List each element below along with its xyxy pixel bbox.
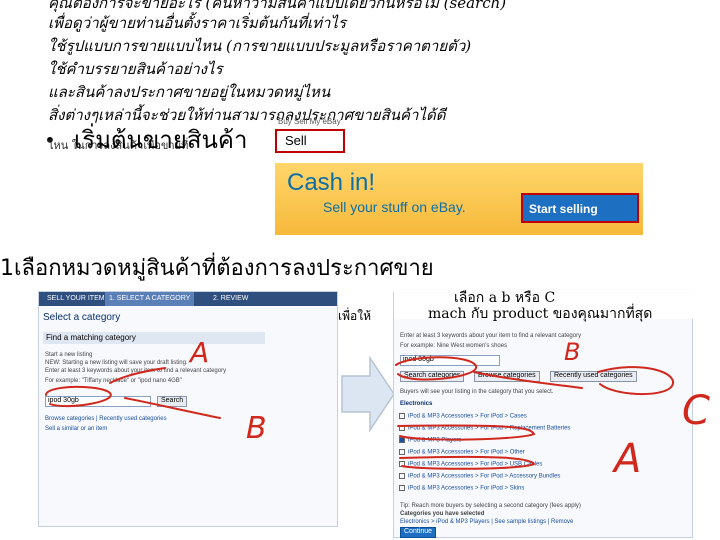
select-category-title: Select a category [43, 312, 121, 323]
checkbox-icon[interactable] [399, 461, 405, 467]
step1-heading: 1เลือกหมวดหมู่สินค้าที่ต้องการลงประกาศขา… [0, 256, 434, 281]
sell-link[interactable]: Sell [275, 129, 345, 153]
checkbox-icon[interactable] [399, 485, 405, 491]
banner-headline: Cash in! [287, 169, 376, 196]
category-option-label: iPod & MP3 Accessories > For iPod > Acce… [408, 473, 561, 480]
right-hint-example: For example: Nine West women's shoes [400, 343, 508, 349]
browse-categories-button[interactable]: Browse categories [474, 371, 540, 382]
continue-button[interactable]: Continue [400, 527, 437, 538]
right-search-input[interactable]: ipod 30gb [400, 355, 500, 366]
arrow-right-icon [341, 355, 395, 433]
category-option-label: iPod & MP3 Accessories > For iPod > USB … [408, 461, 543, 468]
selected-categories-label: Categories you have selected [400, 511, 485, 517]
buyers-note: Buyers will see your listing in the cate… [400, 389, 554, 395]
category-option-label: iPod & MP3 Accessories > For iPod > Repl… [408, 425, 571, 432]
intro-line-3: ใช้รูปแบบการขายแบบไหน (การขายแบบประมูลหร… [48, 37, 472, 55]
selected-category-value[interactable]: Electronics > iPod & MP3 Players | See s… [400, 519, 573, 525]
sell-tabbar: SELL YOUR ITEM 1. SELECT A CATEGORY 2. R… [39, 292, 337, 306]
intro-line-1: คุณต้องการจะขายอะไร (ค้นหาว่ามีสินค้าแบบ… [48, 0, 507, 12]
intro-line-4: ใช้คำบรรยายสินค้าอย่างไร [48, 60, 223, 78]
callout-line-0: เพื่อให้ [338, 309, 371, 323]
tab-sell-your-item[interactable]: SELL YOUR ITEM [43, 292, 109, 306]
category-option-selected[interactable]: iPod & MP3 Players [399, 437, 599, 449]
search-input[interactable]: ipod 30gb [45, 396, 151, 407]
checkbox-icon[interactable] [399, 449, 405, 455]
category-option[interactable]: iPod & MP3 Accessories > For iPod > Acce… [399, 473, 599, 485]
intro-line-2: เพื่อดูว่าผู้ขายท่านอื่นตั้งราคาเริ่มต้น… [48, 14, 347, 32]
left-screenshot: SELL YOUR ITEM 1. SELECT A CATEGORY 2. R… [38, 291, 338, 527]
intro-line-6: สิ่งต่างๆเหล่านี้จะช่วยให้ท่านสามารถลงปร… [48, 106, 446, 124]
checkbox-checked-icon[interactable] [399, 437, 405, 443]
category-option[interactable]: iPod & MP3 Accessories > For iPod > Othe… [399, 449, 599, 461]
tab-select-category[interactable]: 1. SELECT A CATEGORY [105, 292, 195, 306]
tab-review[interactable]: 2. REVIEW [209, 292, 252, 306]
instruction-callout: เลือก a b หรือ C mach กับ product ของคุณ… [338, 285, 694, 323]
start-selling-button[interactable]: Start selling [521, 193, 639, 223]
hint-save-draft: NEW: Starting a new listing will save yo… [45, 360, 188, 366]
category-list: iPod & MP3 Accessories > For iPod > Case… [399, 413, 599, 497]
search-button[interactable]: Search [157, 396, 188, 407]
find-matching-category-bar: Find a matching category [43, 332, 265, 344]
right-screenshot: Enter at least 3 keywords about your ite… [393, 292, 693, 538]
start-selling-title: เริ่มต้นขายสินค้า [74, 126, 248, 154]
hint-start-listing: Start a new listing [45, 352, 93, 358]
checkbox-icon[interactable] [399, 413, 405, 419]
callout-line-2: mach กับ product ของคุณมากที่สุด [428, 306, 653, 322]
recent-categories-button[interactable]: Recently used categories [550, 371, 637, 382]
category-option[interactable]: iPod & MP3 Accessories > For iPod > Repl… [399, 425, 599, 437]
category-option[interactable]: iPod & MP3 Accessories > For iPod > Case… [399, 413, 599, 425]
category-option-label: iPod & MP3 Accessories > For iPod > Skin… [408, 485, 525, 492]
category-option-label: iPod & MP3 Accessories > For iPod > Othe… [408, 449, 525, 456]
sell-similar-link[interactable]: Sell a similar or an item [45, 426, 107, 432]
category-option-label: iPod & MP3 Players [408, 437, 462, 444]
category-option[interactable]: iPod & MP3 Accessories > For iPod > USB … [399, 461, 599, 473]
hint-example: For example: "Tiffany necklace" or "ipod… [45, 378, 182, 384]
category-option-label: iPod & MP3 Accessories > For iPod > Case… [408, 413, 527, 420]
checkbox-icon[interactable] [399, 425, 405, 431]
second-category-tip: Tip: Reach more buyers by selecting a se… [400, 503, 581, 509]
search-categories-button[interactable]: Search categories [400, 371, 465, 382]
right-hint-keywords: Enter at least 3 keywords about your ite… [400, 333, 582, 339]
browse-categories-link[interactable]: Browse categories | Recently used catego… [45, 416, 167, 422]
start-selling-row: • ไหน ในการลงสินค้าเพื่อขายที่ เริ่มต้นข… [44, 126, 720, 156]
category-group-electronics: Electronics [400, 401, 433, 407]
cash-in-banner: Cash in! Sell your stuff on eBay. Start … [275, 163, 643, 235]
intro-line-5: และสินค้าลงประกาศขายอยู่ในหมวดหมู่ไหน [48, 83, 331, 101]
category-option[interactable]: iPod & MP3 Accessories > For iPod > Skin… [399, 485, 599, 497]
banner-subline: Sell your stuff on eBay. [323, 199, 466, 215]
header-nav-caption: Buy Sell My eBay [278, 117, 341, 126]
hint-keywords: Enter at least 3 keywords about your ite… [45, 368, 227, 374]
checkbox-icon[interactable] [399, 473, 405, 479]
